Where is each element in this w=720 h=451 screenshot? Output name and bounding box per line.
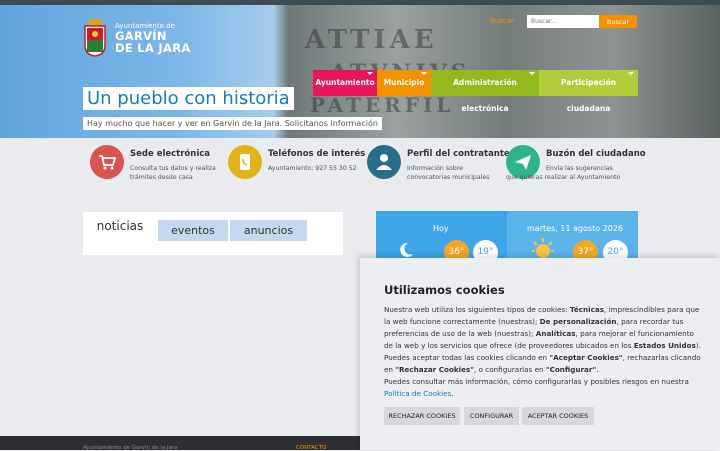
chevron-down-icon <box>367 72 373 75</box>
chevron-down-icon <box>421 72 427 75</box>
cookie-text-bold: "Rechazar Cookies" <box>395 365 475 374</box>
coat-of-arms-icon <box>84 19 106 57</box>
service-title: Teléfonos de interés <box>268 149 366 159</box>
footer-left-text: Ayuntamiento de Garvín de la Jara <box>83 445 178 451</box>
cookie-paragraph-types: Nuestra web utiliza los siguientes tipos… <box>384 304 702 352</box>
cookie-text: , o configurarlas en <box>474 365 546 374</box>
service-title: Sede electrónica <box>130 149 211 159</box>
nav-participacion-ciudadana[interactable]: Participación ciudadana <box>539 70 638 113</box>
moon-icon <box>400 242 413 257</box>
cookie-text: Nuestra web utiliza los siguientes tipos… <box>384 305 570 314</box>
tab-noticias[interactable]: noticias <box>83 212 157 241</box>
logo-town-name: GARVÍN DE LA JARA <box>115 30 191 54</box>
service-desc: Envía las sugerencias que quieras realiz… <box>506 165 621 181</box>
stone-inscription: ATTIAE <box>305 25 438 55</box>
cookie-text: Puedes consultar más información, cómo c… <box>384 377 689 386</box>
hero-banner: ATTIAE ATVNIVS PATERFIL Ayuntamiento de … <box>0 5 720 138</box>
news-tabs-panel: noticias eventos anuncios <box>83 212 343 255</box>
nav-label: Administración electrónica <box>453 78 517 113</box>
hero-title: Un pueblo con historia <box>83 87 294 110</box>
accept-cookies-button[interactable]: ACEPTAR COOKIES <box>522 407 594 425</box>
person-icon <box>376 154 392 170</box>
cookie-text-bold: Técnicas <box>569 305 604 314</box>
cookie-text-bold: De personalización <box>539 317 617 326</box>
footer-contact-link[interactable]: CONTACTO <box>296 445 326 451</box>
tab-anuncios[interactable]: anuncios <box>230 220 307 241</box>
cookie-text: . <box>451 389 454 398</box>
cookie-text: Puedes aceptar todas las cookies clicand… <box>384 353 550 362</box>
service-title: Perfil del contratante <box>407 149 510 159</box>
nav-label: Ayuntamiento <box>315 78 375 87</box>
weather-today-label: Hoy <box>433 224 449 233</box>
service-circle <box>367 145 401 179</box>
cookie-banner: Utilizamos cookies Nuestra web utiliza l… <box>360 258 720 450</box>
service-title: Buzón del ciudadano <box>546 149 646 159</box>
service-desc: Ayuntamiento: 927 55 30 52 <box>268 165 357 172</box>
service-desc: Consulta tus datos y realiza trámites de… <box>130 165 216 181</box>
cookie-policy-link[interactable]: Política de Cookies <box>384 389 451 398</box>
weather-widget: Hoy martes, 11 agosto 2026 36° 19° 37° 2… <box>376 211 638 265</box>
site-logo[interactable]: Ayuntamiento de GARVÍN DE LA JARA <box>83 17 273 61</box>
cookie-text-bold: "Configurar" <box>545 365 597 374</box>
nav-ayuntamiento[interactable]: Ayuntamiento <box>313 70 377 96</box>
tab-eventos[interactable]: eventos <box>158 220 228 241</box>
chevron-down-icon <box>529 72 535 75</box>
cookie-text: . <box>596 365 599 374</box>
phone-icon <box>240 154 250 170</box>
search-input[interactable] <box>527 15 605 28</box>
chevron-down-icon <box>628 72 634 75</box>
nav-label: Municipio <box>383 78 425 87</box>
cart-icon <box>99 155 116 170</box>
search-button[interactable]: Buscar <box>599 15 637 28</box>
cookie-text-bold: Analíticas <box>535 329 576 338</box>
cookie-paragraph-policy: Puedes consultar más información, cómo c… <box>384 376 702 400</box>
cookie-text-bold: Estados Unidos <box>633 341 696 350</box>
cookie-body: Nuestra web utiliza los siguientes tipos… <box>384 304 702 400</box>
nav-administracion-electronica[interactable]: Administración electrónica <box>431 70 539 113</box>
logo-name-line2: DE LA JARA <box>115 41 191 55</box>
service-circle <box>90 145 124 179</box>
cookie-paragraph-options: Puedes aceptar todas las cookies clicand… <box>384 352 702 376</box>
nav-label: Participación ciudadana <box>560 78 617 113</box>
nav-municipio[interactable]: Municipio <box>377 70 431 96</box>
service-circle <box>228 145 262 179</box>
cookie-text: ). <box>695 341 701 350</box>
configure-cookies-button[interactable]: CONFIGURAR <box>464 407 519 425</box>
reject-cookies-button[interactable]: RECHAZAR COOKIES <box>384 407 460 425</box>
stone-inscription: PATERFIL <box>310 93 455 117</box>
cookie-text-bold: "Aceptar Cookies" <box>549 353 623 362</box>
weather-date-label: martes, 11 agosto 2026 <box>527 224 623 233</box>
service-desc: Información sobre convocatorias municipa… <box>407 165 490 181</box>
search-link[interactable]: Buscar <box>490 17 514 25</box>
hero-subtitle: Hay mucho que hacer y ver en Garvín de l… <box>83 117 382 130</box>
cookie-title: Utilizamos cookies <box>384 283 505 297</box>
